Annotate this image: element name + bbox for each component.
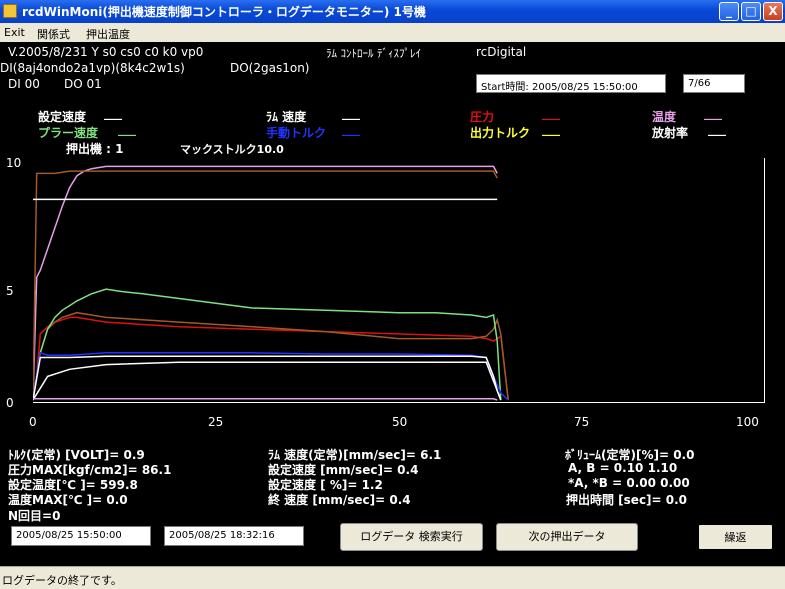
legend-manual-torque-value: ___ (342, 122, 360, 136)
y-tick-0: 0 (6, 396, 14, 410)
menu-extrusion-temp[interactable]: 押出温度 (86, 26, 130, 42)
legend-radiation: 放射率 (652, 126, 689, 140)
app-icon (3, 4, 17, 18)
chart-series-line-5 (33, 288, 502, 401)
menu-bar: Exit 関係式 押出温度 (0, 23, 785, 42)
stat-temp-max: 温度MAX[℃ ]= 0.0 (8, 493, 128, 507)
display-title: ﾗﾑ ｺﾝﾄﾛｰﾙ ﾃﾞｨｽﾌﾟﾚｲ (326, 47, 421, 60)
y-tick-5: 5 (6, 284, 14, 298)
legend-puller-speed-value: ___ (118, 122, 136, 136)
title-bar: rcdWinMoni(押出機速度制御コントローラ・ログデータモニター) 1号機 … (0, 0, 785, 23)
window-title: rcdWinMoni(押出機速度制御コントローラ・ログデータモニター) 1号機 (22, 5, 426, 19)
chart-area (33, 158, 765, 403)
record-counter: 7/66 (683, 74, 745, 93)
x-tick-25: 25 (208, 415, 224, 429)
legend-temperature: 温度 (652, 110, 677, 124)
stat-ab: A, B = 0.10 1.10 (568, 461, 678, 475)
di-config: DI(8aj4ondo2a1vp)(8k4c2w1s) (0, 61, 185, 75)
di-value: DI 00 (8, 77, 40, 91)
close-button[interactable]: X (763, 2, 783, 21)
legend-puller-speed: プラー速度 (38, 126, 99, 140)
legend-output-torque-value: ___ (542, 122, 560, 136)
x-tick-0: 0 (29, 415, 37, 429)
chart-svg (33, 165, 509, 401)
stat-ab-star: *A, *B = 0.00 0.00 (568, 476, 690, 490)
legend-set-speed: 設定速度 (38, 110, 87, 124)
max-torque-label: マックストルク10.0 (180, 143, 284, 156)
stat-end-speed: 終 速度 [mm/sec]= 0.4 (268, 493, 411, 507)
menu-exit[interactable]: Exit (4, 26, 25, 39)
stat-extrude-time: 押出時間 [sec]= 0.0 (566, 493, 688, 507)
legend-pressure-value: ___ (542, 106, 560, 120)
extruder-label: 押出機 : 1 (66, 142, 124, 156)
do-config: DO(2gas1on) (230, 61, 310, 75)
legend-radiation-value: ___ (708, 122, 726, 136)
monitor-display: V.2005/8/231 Y s0 cs0 c0 k0 vp0 ﾗﾑ ｺﾝﾄﾛｰ… (0, 42, 785, 566)
do-value: DO 01 (64, 77, 102, 91)
status-message: ログデータの終了です。 (2, 574, 122, 587)
date-from-field[interactable]: 2005/08/25 15:50:00 (11, 526, 151, 546)
legend-set-speed-value: ___ (104, 106, 122, 120)
stat-n-count: N回目=0 (8, 509, 61, 523)
chart-series-line-8 (33, 361, 502, 401)
brand-label: rcDigital (476, 45, 527, 59)
x-tick-100: 100 (736, 415, 759, 429)
legend-temperature-value: ___ (704, 106, 722, 120)
status-bar: ログデータの終了です。 (0, 566, 785, 589)
legend-pressure: 圧力 (470, 110, 495, 124)
minimize-button[interactable]: _ (719, 2, 739, 21)
chart-series-line-3 (33, 316, 509, 401)
next-data-button[interactable]: 次の押出データ (496, 523, 638, 551)
version-line: V.2005/8/231 Y s0 cs0 c0 k0 vp0 (8, 45, 204, 59)
x-tick-75: 75 (574, 415, 590, 429)
chart-series-line-9 (33, 398, 498, 401)
legend-ram-speed: ﾗﾑ 速度 (266, 110, 307, 124)
chart-series-line-6 (33, 351, 509, 401)
legend-output-torque: 出力トルク (470, 126, 531, 140)
search-log-button[interactable]: ログデータ 検索実行 (340, 523, 483, 551)
maximize-button[interactable]: □ (741, 2, 761, 21)
y-tick-10: 10 (6, 156, 22, 170)
date-to-field[interactable]: 2005/08/25 18:32:16 (164, 526, 304, 546)
chart-plot-region (33, 158, 764, 402)
start-time-box: Start時間: 2005/08/25 15:50:00 (476, 74, 666, 93)
legend-manual-torque: 手動トルク (266, 126, 327, 140)
menu-relations[interactable]: 関係式 (37, 26, 70, 42)
repeat-button[interactable]: 繰返 (697, 523, 774, 551)
legend-ram-speed-value: ___ (342, 106, 360, 120)
x-tick-50: 50 (392, 415, 408, 429)
